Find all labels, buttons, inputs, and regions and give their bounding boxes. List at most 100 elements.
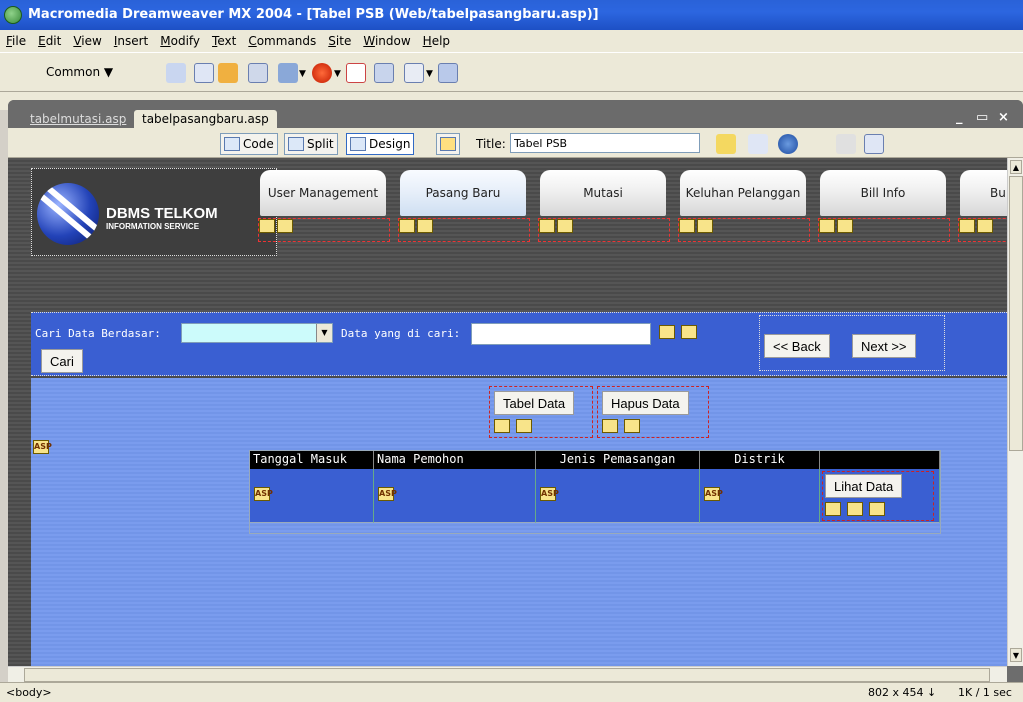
design-view[interactable]: DBMS TELKOM INFORMATION SERVICE User Man… bbox=[8, 158, 1007, 666]
next-button[interactable]: Next >> bbox=[852, 334, 916, 358]
table-icon[interactable] bbox=[248, 63, 268, 83]
tag-chooser-icon[interactable] bbox=[438, 63, 458, 83]
named-anchor-icon[interactable] bbox=[218, 63, 238, 83]
nav-tab-user-management[interactable]: User Management bbox=[258, 170, 392, 254]
file-management-icon[interactable] bbox=[748, 134, 768, 154]
cell-jenis-pemasangan: ASP bbox=[536, 469, 700, 523]
asp-icon bbox=[277, 219, 293, 233]
asp-icon bbox=[602, 419, 618, 433]
cari-button[interactable]: Cari bbox=[41, 349, 83, 373]
window-size-select[interactable]: 802 x 454 ↓ bbox=[868, 686, 936, 699]
menu-help[interactable]: Help bbox=[423, 34, 450, 48]
nav-tab-label[interactable]: User Management bbox=[260, 170, 386, 216]
horizontal-scrollbar[interactable] bbox=[8, 666, 1007, 682]
server-behavior-flags bbox=[678, 218, 810, 242]
nav-tab-mutasi[interactable]: Mutasi bbox=[538, 170, 672, 254]
nav-tab-label[interactable]: Bu bbox=[960, 170, 1007, 216]
menu-modify[interactable]: Modify bbox=[160, 34, 200, 48]
search-criteria-select[interactable]: ▼ bbox=[181, 323, 333, 343]
asp-icon bbox=[847, 502, 863, 516]
insert-category-select[interactable]: Common ▼ bbox=[46, 65, 113, 79]
menu-view[interactable]: View bbox=[73, 34, 101, 48]
code-view-button[interactable]: Code bbox=[220, 133, 278, 155]
asp-icon bbox=[259, 219, 275, 233]
window-title: Macromedia Dreamweaver MX 2004 - [Tabel … bbox=[28, 7, 599, 22]
nav-tab-bill-info[interactable]: Bill Info bbox=[818, 170, 952, 254]
scroll-up-icon[interactable]: ▲ bbox=[1010, 160, 1022, 174]
head-content-icon[interactable] bbox=[404, 63, 424, 83]
tag-selector[interactable]: <body> bbox=[6, 686, 52, 699]
logo-subtitle: INFORMATION SERVICE bbox=[106, 222, 200, 231]
nav-tab-label[interactable]: Pasang Baru bbox=[400, 170, 526, 216]
preview-browser-icon[interactable] bbox=[778, 134, 798, 154]
server-behavior-flags bbox=[258, 218, 390, 242]
nav-tab-label[interactable]: Mutasi bbox=[540, 170, 666, 216]
comment-icon[interactable] bbox=[374, 63, 394, 83]
code-label: Code bbox=[243, 137, 274, 151]
view-options-icon[interactable] bbox=[864, 134, 884, 154]
cell-tanggal-masuk: ASP bbox=[250, 469, 374, 523]
menu-file[interactable]: File bbox=[6, 34, 26, 48]
nav-tab-keluhan-pelanggan[interactable]: Keluhan Pelanggan bbox=[678, 170, 812, 254]
chevron-down-icon[interactable]: ▼ bbox=[299, 69, 306, 79]
hapus-data-button[interactable]: Hapus Data bbox=[602, 391, 689, 415]
email-link-icon[interactable] bbox=[194, 63, 214, 83]
minimize-button[interactable]: _ bbox=[956, 110, 963, 125]
search-value-input[interactable] bbox=[471, 323, 651, 345]
document-title-input[interactable] bbox=[510, 133, 700, 153]
nav-tab-label[interactable]: Keluhan Pelanggan bbox=[680, 170, 806, 216]
asp-icon bbox=[825, 502, 841, 516]
split-icon bbox=[288, 137, 304, 151]
scrollbar-thumb[interactable] bbox=[24, 668, 990, 682]
header-nama-pemohon: Nama Pemohon bbox=[374, 451, 536, 469]
document-tab-strip: tabelmutasi.asp tabelpasangbaru.asp _ ▭ … bbox=[8, 100, 1023, 128]
nav-tab-label[interactable]: Bill Info bbox=[820, 170, 946, 216]
document-toolbar: Code Split Design Title: bbox=[8, 128, 1023, 158]
restore-icon[interactable]: ▭ bbox=[976, 110, 988, 125]
close-button[interactable]: × bbox=[998, 110, 1009, 125]
tab-tabelpasangbaru[interactable]: tabelpasangbaru.asp bbox=[134, 110, 277, 128]
cell-action: Lihat Data bbox=[820, 469, 940, 523]
nav-tab-pasang-baru[interactable]: Pasang Baru bbox=[398, 170, 532, 254]
hyperlink-icon[interactable] bbox=[166, 63, 186, 83]
chevron-down-icon[interactable]: ▼ bbox=[316, 324, 332, 342]
cell-distrik: ASP bbox=[700, 469, 820, 523]
date-icon[interactable] bbox=[346, 63, 366, 83]
tabel-data-button[interactable]: Tabel Data bbox=[494, 391, 575, 415]
menu-site[interactable]: Site bbox=[328, 34, 351, 48]
vertical-scrollbar[interactable]: ▲ ▼ bbox=[1007, 158, 1023, 666]
header-distrik: Distrik bbox=[700, 451, 820, 469]
header-jenis-pemasangan: Jenis Pemasangan bbox=[536, 451, 700, 469]
menu-window[interactable]: Window bbox=[363, 34, 410, 48]
asp-icon bbox=[977, 219, 993, 233]
back-button[interactable]: << Back bbox=[764, 334, 830, 358]
browser-check-icon[interactable] bbox=[716, 134, 736, 154]
server-behavior-flags bbox=[958, 218, 1007, 242]
tab-tabelmutasi[interactable]: tabelmutasi.asp bbox=[22, 110, 134, 128]
lihat-data-button[interactable]: Lihat Data bbox=[825, 474, 903, 498]
asp-icon bbox=[681, 325, 697, 339]
asp-icon bbox=[494, 419, 510, 433]
nav-tab-bu[interactable]: Bu bbox=[958, 170, 1007, 254]
flash-media-icon[interactable] bbox=[312, 63, 332, 83]
menu-edit[interactable]: Edit bbox=[38, 34, 61, 48]
menu-insert[interactable]: Insert bbox=[114, 34, 148, 48]
menu-text[interactable]: Text bbox=[212, 34, 236, 48]
layer-icon[interactable] bbox=[278, 63, 298, 83]
content-area: Tabel Data Hapus Data ASP Tanggal Masuk … bbox=[31, 378, 1007, 666]
scroll-down-icon[interactable]: ▼ bbox=[1010, 648, 1022, 662]
search-form: Cari Data Berdasar: ▼ Data yang di cari:… bbox=[31, 312, 1007, 376]
chevron-down-icon[interactable]: ▼ bbox=[426, 69, 433, 79]
live-data-button[interactable] bbox=[436, 133, 460, 155]
scrollbar-thumb[interactable] bbox=[1009, 176, 1023, 451]
asp-script-icon: ASP bbox=[540, 487, 559, 501]
tabel-data-cell: Tabel Data bbox=[489, 386, 593, 438]
chevron-down-icon[interactable]: ▼ bbox=[334, 69, 341, 79]
refresh-icon[interactable] bbox=[836, 134, 856, 154]
menu-commands[interactable]: Commands bbox=[248, 34, 316, 48]
design-view-button[interactable]: Design bbox=[346, 133, 415, 155]
split-view-button[interactable]: Split bbox=[284, 133, 338, 155]
server-behavior-flags bbox=[818, 218, 950, 242]
asp-icon bbox=[399, 219, 415, 233]
asp-icon bbox=[679, 219, 695, 233]
